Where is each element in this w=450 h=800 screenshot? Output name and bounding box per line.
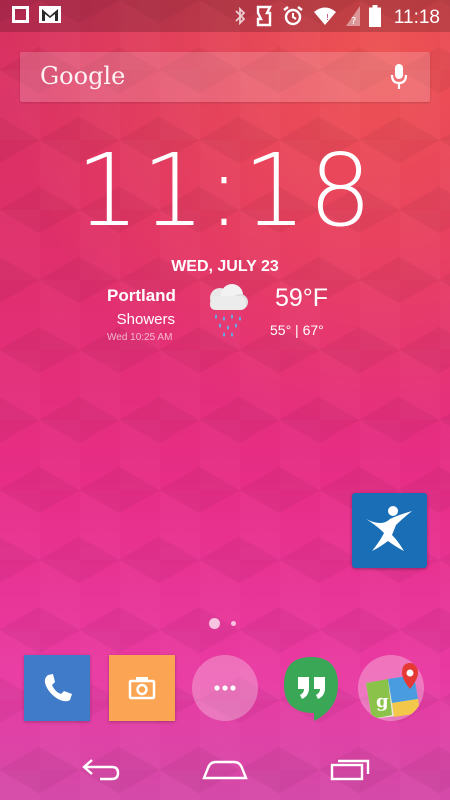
weather-condition: Showers (116, 311, 175, 328)
weather-updated: Wed 10:25 AM (107, 332, 173, 343)
weather-city: Portland (107, 286, 176, 305)
alarm-icon (282, 5, 304, 31)
home-icon[interactable] (202, 756, 248, 786)
wifi-icon: ! (313, 6, 337, 30)
vibrate-icon (255, 5, 273, 31)
camera-icon (128, 677, 156, 700)
mic-icon[interactable] (390, 63, 408, 95)
svg-text:!: ! (326, 13, 329, 22)
weather-date: WED, JULY 23 (171, 258, 279, 275)
camera-app-icon[interactable] (109, 655, 175, 721)
page-dot (231, 621, 236, 626)
recents-icon[interactable] (330, 756, 372, 786)
battery-icon (368, 5, 381, 31)
maps-app-icon[interactable]: g (358, 655, 424, 721)
google-logo: Google (40, 62, 126, 90)
phone-app-icon[interactable] (24, 655, 90, 721)
svg-text:?: ? (351, 16, 356, 26)
bluetooth-icon (234, 6, 246, 30)
navigation-bar (0, 746, 450, 800)
svg-text:g: g (376, 691, 389, 712)
clock-widget[interactable]: 11:18 (0, 132, 450, 249)
square-notification-icon (12, 6, 29, 27)
phone-icon (44, 674, 72, 702)
app-drawer-button[interactable] (192, 655, 258, 721)
dots-icon (214, 685, 236, 691)
rain-cloud-icon (202, 282, 250, 342)
hangouts-icon (284, 657, 338, 721)
weather-range: 55° | 67° (270, 322, 324, 338)
gmail-icon (39, 6, 61, 27)
fitness-app-icon[interactable] (352, 493, 427, 568)
hangouts-app-icon[interactable] (278, 655, 344, 721)
maps-icon: g (366, 663, 420, 719)
weather-temperature: 59°F (275, 284, 329, 312)
status-bar[interactable]: ! ? 11:18 (0, 0, 450, 32)
dock: g (0, 655, 450, 725)
signal-icon: ? (345, 6, 360, 30)
google-search-bar[interactable]: Google (20, 52, 430, 102)
running-person-icon (366, 506, 412, 551)
back-icon[interactable] (78, 756, 122, 786)
page-dot-current (209, 618, 220, 629)
status-time: 11:18 (393, 7, 440, 28)
